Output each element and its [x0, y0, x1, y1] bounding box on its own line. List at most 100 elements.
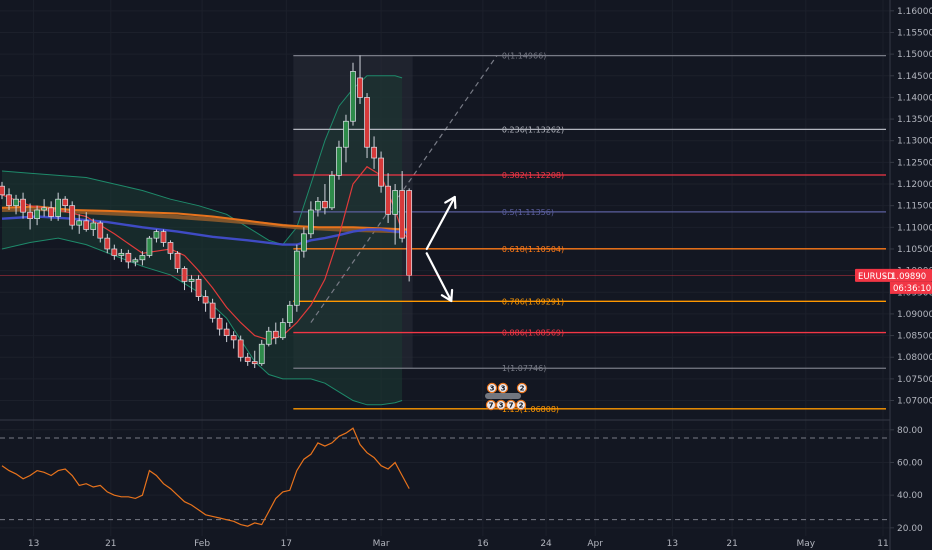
candle-body — [41, 207, 47, 211]
price-tick-label: 1.14000 — [897, 93, 932, 103]
rsi-tick-label: 80.00 — [897, 426, 923, 436]
candle-body — [286, 304, 293, 323]
candle-body — [216, 317, 223, 330]
candle — [146, 235, 153, 258]
candle-body — [48, 207, 54, 217]
candle-body — [132, 259, 139, 263]
candle-body — [265, 330, 272, 345]
candle-body — [251, 361, 258, 365]
fib-label-0.618: 0.618(1.10504) — [502, 245, 564, 254]
candle-body — [308, 209, 314, 235]
symbol-label: EURUSD — [858, 272, 894, 282]
candle-body — [13, 198, 19, 207]
candle-body — [371, 146, 377, 159]
candle-body — [104, 237, 111, 250]
candle-body — [6, 194, 12, 207]
price-tick-label: 1.14500 — [897, 72, 932, 82]
time-tick-label: Feb — [194, 539, 210, 549]
candle-body — [111, 248, 118, 256]
candle-body — [322, 200, 328, 209]
candle-body — [223, 328, 230, 336]
candle-body — [97, 222, 104, 239]
candle-body — [90, 222, 97, 230]
candle-body — [139, 255, 146, 261]
candle-body — [69, 205, 76, 226]
candle-body — [202, 296, 209, 304]
event-count: 3 — [490, 385, 495, 393]
candle-body — [27, 211, 33, 220]
candle-body — [279, 322, 286, 339]
event-count: 2 — [520, 385, 525, 393]
candle-body — [301, 233, 307, 252]
time-tick-label: 21 — [726, 539, 737, 549]
candle-body — [385, 185, 391, 215]
svg-text:-: - — [883, 272, 886, 282]
price-tick-label: 1.16000 — [897, 7, 932, 17]
candle-body — [378, 157, 384, 187]
candle-body — [230, 335, 237, 341]
candle-body — [125, 252, 132, 263]
candle-body — [167, 242, 174, 254]
bar-countdown: 06:36:10 — [893, 284, 931, 294]
price-tick-label: 1.07000 — [897, 397, 932, 407]
event-count: 3 — [501, 385, 506, 393]
rsi-tick-label: 20.00 — [897, 524, 923, 534]
price-tick-label: 1.11000 — [897, 223, 932, 233]
fib-label-0.382: 0.382(1.12208) — [502, 171, 564, 180]
price-tick-label: 1.15000 — [897, 50, 932, 60]
event-count: 7 — [489, 402, 494, 410]
candle-body — [237, 339, 244, 358]
candle — [293, 244, 300, 312]
time-tick-label: 11 — [877, 539, 888, 549]
event-count: 7 — [509, 402, 514, 410]
candle-body — [195, 278, 202, 297]
candle-body — [83, 220, 90, 230]
candle-body — [350, 71, 356, 122]
time-tick-label: 13 — [667, 539, 678, 549]
time-tick-label: 24 — [540, 539, 552, 549]
event-count: 3 — [499, 402, 504, 410]
price-tick-label: 1.08500 — [897, 332, 932, 342]
candle-body — [357, 77, 363, 98]
candle — [406, 188, 413, 282]
price-tick-label: 1.13000 — [897, 137, 932, 147]
rsi-tick-label: 60.00 — [897, 458, 923, 468]
candle-body — [34, 209, 40, 220]
candle-body — [406, 190, 413, 276]
time-tick-label: Mar — [373, 539, 390, 549]
economic-events[interactable]: 3 3 27 3 7 2 — [485, 382, 528, 411]
candle — [350, 62, 356, 126]
candle-body — [244, 356, 251, 362]
candle-body — [399, 190, 405, 239]
svg-text:1.09890: 1.09890 — [891, 272, 926, 282]
candle-body — [188, 278, 195, 282]
symbol-separator: - — [883, 272, 886, 282]
fib-label-1: 1(1.07746) — [502, 364, 546, 373]
candle-body — [293, 250, 300, 306]
event-cluster — [485, 393, 521, 399]
candle-body — [153, 231, 160, 239]
candle-body — [209, 302, 216, 319]
candle — [378, 151, 384, 193]
price-tick-label: 1.15500 — [897, 28, 932, 38]
candle-body — [118, 252, 125, 256]
candle-body — [62, 198, 69, 207]
candle — [69, 201, 76, 230]
time-tick-label: 16 — [477, 539, 489, 549]
price-tick-label: 1.12500 — [897, 158, 932, 168]
price-tick-label: 1.07500 — [897, 375, 932, 385]
price-tick-label: 1.13500 — [897, 115, 932, 125]
candle — [329, 171, 335, 210]
svg-text:EURUSD: EURUSD — [858, 272, 894, 282]
candle-body — [329, 175, 335, 209]
candle-body — [181, 268, 188, 282]
candle-body — [20, 198, 26, 213]
fib-label-0: 0(1.14966) — [502, 52, 546, 61]
price-tick-label: 1.10500 — [897, 245, 932, 255]
price-tick-label: 1.08000 — [897, 353, 932, 363]
candle-body — [146, 237, 153, 256]
time-tick-label: 17 — [281, 539, 292, 549]
fib-label-0.886: 0.886(1.08569) — [502, 329, 564, 338]
last-price-label: 1.09890 — [891, 272, 926, 282]
eurusd-chart[interactable]: 0(1.14966) 0.236(1.13262) 0.382(1.12208) 0.… — [0, 0, 932, 550]
